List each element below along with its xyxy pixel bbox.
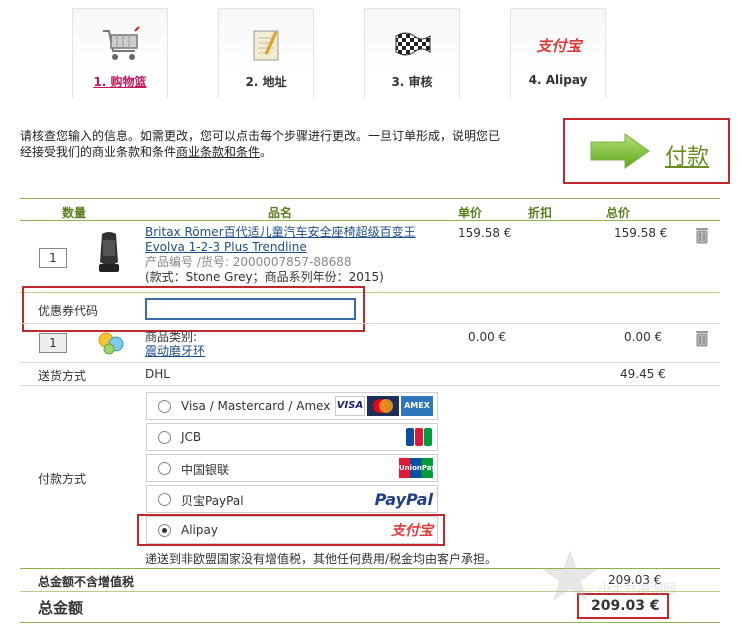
payment-option-alipay[interactable]: Alipay 支付宝: [146, 516, 438, 544]
shipping-label: 送货方式: [38, 369, 87, 383]
step-cart[interactable]: 1. 购物篮: [72, 8, 168, 98]
step-label: 1. 购物篮: [93, 75, 147, 89]
pay-button[interactable]: 付款: [563, 118, 730, 184]
payment-option-label: Alipay: [181, 523, 218, 537]
green-arrow-icon: [590, 133, 650, 169]
step-label: 2. 地址: [245, 75, 287, 89]
product-info: 商品类别: 震动磨牙环: [145, 330, 205, 358]
teether-thumbnail[interactable]: [97, 330, 125, 359]
notepad-icon: [243, 23, 291, 67]
col-qty: 数量: [62, 206, 87, 220]
radio-button[interactable]: [158, 462, 171, 475]
line-total: 159.58 €: [614, 226, 668, 240]
payment-option-label: JCB: [181, 430, 202, 444]
payment-label: 付款方式: [38, 472, 87, 486]
row-divider: [20, 323, 720, 324]
payment-option-unionpay[interactable]: 中国银联 UnionPay: [146, 454, 438, 482]
alipay-logo-icon: 支付宝: [391, 520, 433, 540]
product-name[interactable]: 震动磨牙环: [145, 344, 205, 358]
coupon-label: 优惠券代码: [38, 304, 99, 318]
category-label: 商品类别:: [145, 330, 198, 344]
grand-total-value: 209.03 €: [591, 598, 660, 614]
visa-logo-icon: VISA: [335, 396, 365, 416]
col-discount: 折扣: [528, 206, 553, 220]
qty-input[interactable]: 1: [39, 248, 67, 268]
intro-text: 请核查您输入的信息。如需更改，您可以点击每个步骤进行更改。一旦订单形成，说明您已…: [20, 128, 500, 160]
payment-option-paypal[interactable]: 贝宝PayPal PayPal: [146, 485, 438, 513]
amex-logo-icon: AMEX: [401, 396, 433, 416]
payment-option-jcb[interactable]: JCB: [146, 423, 438, 451]
col-unit-price: 单价: [458, 206, 483, 220]
payment-option-card[interactable]: Visa / Mastercard / Amex VISA AMEX: [146, 392, 438, 420]
col-total: 总价: [606, 206, 631, 220]
trash-icon[interactable]: [695, 329, 709, 350]
vat-note: 递送到非欧盟国家没有增值税，其他任何费用/税金均由客户承担。: [145, 552, 498, 566]
coupon-input[interactable]: [145, 298, 356, 320]
header-top-line: [20, 198, 720, 199]
row-divider: [20, 362, 720, 363]
radio-button-selected[interactable]: [158, 524, 171, 537]
pay-label[interactable]: 付款: [665, 139, 709, 171]
mastercard-logo-icon: [367, 396, 399, 416]
paypal-logo-text: PayPal: [374, 489, 433, 509]
line-total: 0.00 €: [624, 330, 663, 344]
step-label: 4. Alipay: [528, 73, 588, 87]
shipping-cost: 49.45 €: [620, 367, 666, 381]
alipay-logo-icon: 支付宝: [535, 23, 583, 67]
unit-price: 159.58 €: [458, 226, 512, 240]
qty-input[interactable]: 1: [39, 333, 67, 353]
unit-price: 0.00 €: [468, 330, 507, 344]
step-review[interactable]: 3. 审核: [364, 8, 460, 98]
shopping-cart-icon: [97, 23, 145, 67]
product-thumbnail[interactable]: [96, 232, 122, 277]
shipping-method: DHL: [145, 367, 170, 381]
radio-button[interactable]: [158, 493, 171, 506]
product-name-line2[interactable]: Evolva 1-2-3 Plus Trendline: [145, 240, 307, 254]
checkered-flag-icon: [389, 23, 437, 67]
card-logos: VISA AMEX: [335, 396, 433, 416]
payment-option-label: Visa / Mastercard / Amex: [181, 399, 331, 413]
unionpay-logo-icon: UnionPay: [399, 458, 436, 478]
radio-button[interactable]: [158, 431, 171, 444]
totals-top-line: [20, 568, 720, 569]
paypal-logo-icon: PayPal: [375, 489, 433, 509]
subtotal-excl-vat-label: 总金额不含增值税: [38, 575, 135, 589]
radio-button[interactable]: [158, 400, 171, 413]
payment-option-label: 贝宝PayPal: [181, 494, 244, 508]
product-sku: 产品编号 /货号: 2000007857-88688: [145, 255, 352, 269]
alipay-logo-text: 支付宝: [536, 36, 582, 55]
jcb-logo-icon: [405, 427, 433, 447]
step-alipay[interactable]: 支付宝 4. Alipay: [510, 8, 606, 98]
alipay-logo-text: 支付宝: [391, 523, 433, 539]
trash-icon[interactable]: [695, 226, 709, 247]
unionpay-logo-text: UnionPay: [399, 458, 436, 478]
product-name-line1[interactable]: Britax Römer百代适儿童汽车安全座椅超级百变王: [145, 225, 416, 239]
watermark: 小土豆海淘网: [540, 548, 676, 607]
grand-total-label: 总金额: [38, 599, 84, 617]
star-watermark-icon: [542, 550, 598, 601]
product-info: Britax Römer百代适儿童汽车安全座椅超级百变王 Evolva 1-2-…: [145, 225, 416, 285]
terms-link[interactable]: 商业条款和条件: [176, 145, 260, 159]
header-bottom-line: [20, 220, 720, 221]
row-divider: [20, 385, 720, 386]
intro-end: 。: [260, 145, 273, 159]
payment-option-label: 中国银联: [181, 463, 230, 477]
watermark-text: 小土豆海淘网: [598, 582, 677, 597]
totals-bottom-line: [20, 622, 720, 623]
col-name: 品名: [268, 206, 293, 220]
step-label: 3. 审核: [391, 75, 433, 89]
checkout-steps: 1. 购物篮 2. 地址 3. 审核 支付宝 4. Alipay: [72, 8, 656, 98]
step-address[interactable]: 2. 地址: [218, 8, 314, 98]
product-variant: (款式：Stone Grey；商品系列年份：2015): [145, 270, 384, 284]
